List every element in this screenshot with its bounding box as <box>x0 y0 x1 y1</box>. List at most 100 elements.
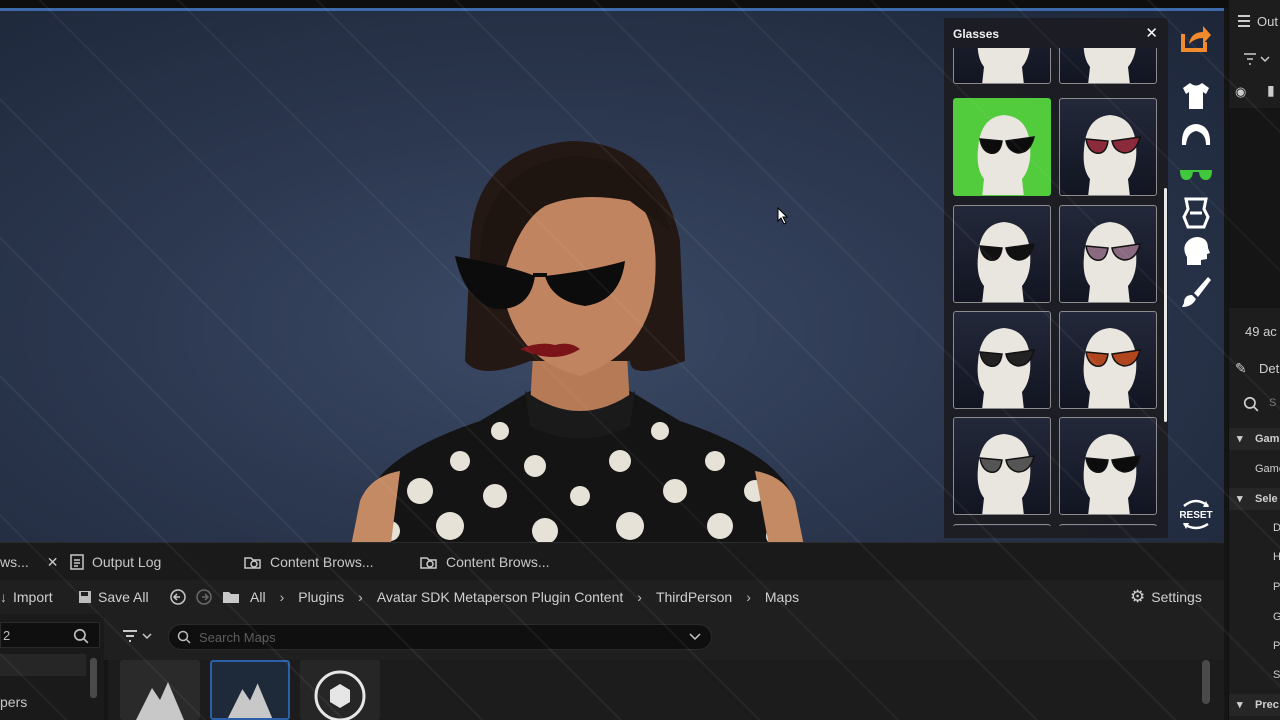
glasses-thumb[interactable] <box>1059 311 1157 409</box>
breadcrumb-item[interactable]: ThirdPerson <box>656 589 732 605</box>
settings-button[interactable]: ⚙ Settings <box>1130 580 1202 614</box>
outliner-list <box>1229 108 1280 308</box>
log-icon <box>70 554 84 570</box>
map-asset-tile[interactable] <box>120 660 200 720</box>
glasses-thumb[interactable] <box>1059 417 1157 515</box>
search-icon <box>1243 396 1259 412</box>
chevron-down-icon: ▾ <box>1237 493 1243 505</box>
pin-icon[interactable]: ▮ <box>1267 82 1275 99</box>
breadcrumb-item[interactable]: Plugins <box>298 589 344 605</box>
settings-label: Settings <box>1151 589 1202 605</box>
glasses-thumb[interactable] <box>953 417 1051 515</box>
filter-icon[interactable] <box>1243 52 1273 66</box>
editor-window: Glasses ✕ RESET ws... ✕ Output Log Conte… <box>0 0 1280 720</box>
tab-label: Output Log <box>92 554 162 570</box>
glasses-icon[interactable] <box>1178 156 1214 192</box>
breadcrumb-item[interactable]: Avatar SDK Metaperson Plugin Content <box>377 589 623 605</box>
tab-content-browser-2[interactable]: Content Brows... <box>420 543 550 581</box>
forward-button[interactable] <box>196 580 212 614</box>
breadcrumb-item[interactable]: Maps <box>765 589 799 605</box>
tab-content-browser-1[interactable]: Content Brows... <box>244 543 374 581</box>
panel-scrollbar[interactable] <box>1164 188 1167 422</box>
property-row: Sj <box>1273 669 1280 681</box>
share-export-icon[interactable] <box>1178 20 1214 56</box>
chevron-down-icon: ▾ <box>1237 433 1243 445</box>
outliner-details-panel: Out ◉ ▮ 49 ac ✎ Det S ▾ Game Game ▾ Sele… <box>1228 0 1280 720</box>
mannequin-head <box>977 434 1031 514</box>
property-row: Pl <box>1273 640 1280 652</box>
property-row: Pl <box>1273 581 1280 593</box>
content-browser-icon <box>420 557 437 569</box>
head-glasses-preview <box>977 328 1035 408</box>
head-glasses-preview <box>1083 115 1141 195</box>
eye-icon[interactable]: ◉ <box>1235 84 1246 100</box>
glasses-thumb[interactable] <box>953 48 1051 84</box>
map-asset-tile-selected[interactable] <box>210 660 290 720</box>
head-glasses-preview <box>1083 48 1136 83</box>
save-all-button[interactable]: Save All <box>78 580 149 614</box>
mannequin-head <box>977 48 1030 83</box>
tab-partial[interactable]: ws... ✕ <box>0 543 59 581</box>
hair-icon[interactable] <box>1178 118 1214 154</box>
chevron-right-icon: › <box>358 589 363 605</box>
glasses-thumb[interactable] <box>953 311 1051 409</box>
glasses-grid <box>953 48 1163 526</box>
folder-icon <box>223 592 239 603</box>
glasses-thumb-selected[interactable] <box>953 98 1051 196</box>
filter-icon <box>123 630 152 642</box>
glasses-thumb[interactable] <box>1059 205 1157 303</box>
asset-scrollbar[interactable] <box>1202 660 1210 704</box>
bottom-tabbar: ws... ✕ Output Log Content Brows... Cont… <box>0 542 1224 580</box>
section-header[interactable]: ▾ Prec <box>1229 694 1280 716</box>
outliner-tab-label[interactable]: Out <box>1257 14 1278 29</box>
sources-scrollbar[interactable] <box>90 658 97 698</box>
back-icon <box>170 589 186 605</box>
section-label: Sele <box>1255 493 1278 505</box>
filter-button[interactable] <box>122 628 152 649</box>
tab-output-log[interactable]: Output Log <box>70 543 161 581</box>
section-header[interactable]: ▾ Game <box>1229 428 1280 450</box>
breadcrumb-item[interactable]: All <box>250 589 266 605</box>
selected-source-row[interactable] <box>0 654 86 676</box>
map-icon <box>227 683 273 718</box>
chevron-down-icon[interactable] <box>689 633 701 641</box>
shirt-icon[interactable] <box>1178 78 1214 114</box>
head-icon[interactable] <box>1178 234 1214 270</box>
asset-grid <box>108 660 1224 720</box>
glasses-thumb[interactable] <box>1059 524 1157 526</box>
avatar-model <box>351 141 804 542</box>
import-button[interactable]: ↓ Import <box>0 580 53 614</box>
search-input[interactable]: Search Maps <box>168 624 712 650</box>
property-row: D <box>1273 522 1280 534</box>
content-browser-toolbar: ↓ Import Save All All › Plugins › Avatar… <box>0 580 1224 614</box>
details-tab-label[interactable]: Det <box>1259 361 1279 376</box>
content-browser-icon <box>244 557 261 569</box>
property-row: Game <box>1255 463 1280 475</box>
glasses-thumb[interactable] <box>1059 48 1157 84</box>
back-button[interactable] <box>170 580 186 614</box>
mannequin-head <box>977 222 1031 302</box>
search-placeholder: Search Maps <box>199 630 276 645</box>
import-label: Import <box>13 589 53 605</box>
actor-count: 49 ac <box>1245 324 1277 339</box>
glasses-thumb[interactable] <box>953 205 1051 303</box>
property-row: G <box>1273 611 1280 623</box>
tab-label: Content Brows... <box>446 554 550 570</box>
asset-tile[interactable] <box>300 660 380 720</box>
search-icon <box>73 628 89 644</box>
close-icon[interactable]: ✕ <box>1145 24 1158 42</box>
close-icon[interactable]: ✕ <box>47 554 59 571</box>
sources-label: pers <box>0 694 28 710</box>
reset-button[interactable]: RESET <box>1176 496 1216 532</box>
glasses-thumb[interactable] <box>1059 98 1157 196</box>
sources-search-input[interactable]: 2 <box>0 622 100 648</box>
avatar-toolbar: RESET <box>1168 12 1224 540</box>
details-search-input[interactable]: S <box>1269 397 1276 409</box>
body-icon[interactable] <box>1178 194 1214 230</box>
mannequin-head <box>1083 328 1137 408</box>
chevron-down-icon: ▾ <box>1237 699 1243 711</box>
brush-icon[interactable] <box>1178 274 1214 310</box>
glasses-thumb[interactable] <box>953 524 1051 526</box>
section-header[interactable]: ▾ Sele <box>1229 488 1280 510</box>
mannequin-head <box>1083 434 1137 514</box>
